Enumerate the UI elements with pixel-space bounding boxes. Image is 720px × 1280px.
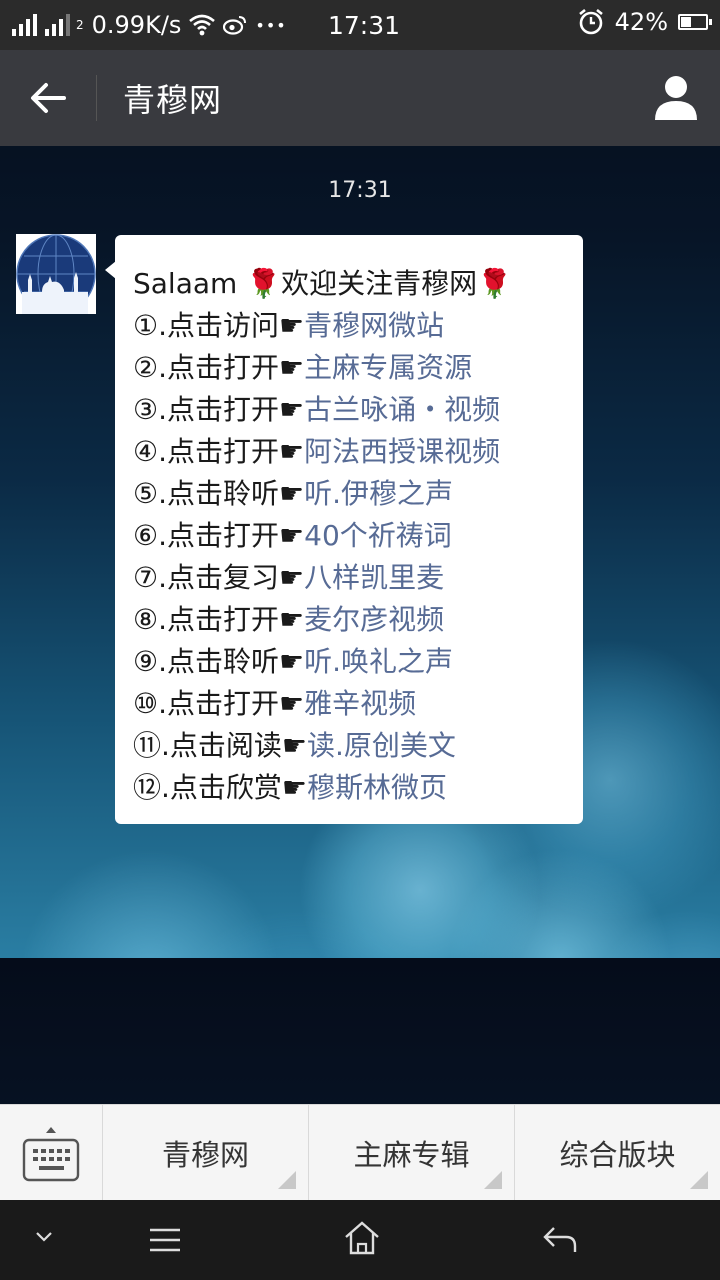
item-link[interactable]: 麦尔彦视频 bbox=[304, 603, 444, 636]
nav-back-icon[interactable] bbox=[542, 1224, 578, 1256]
signal-sim2-icon bbox=[45, 14, 70, 36]
item-link[interactable]: 雅辛视频 bbox=[304, 687, 416, 720]
pointing-hand-icon: ☛ bbox=[279, 435, 305, 468]
rose-icon: 🌹 bbox=[246, 267, 282, 300]
back-button[interactable] bbox=[0, 50, 96, 146]
pointing-hand-icon: ☛ bbox=[279, 687, 305, 720]
pointing-hand-icon: ☛ bbox=[279, 645, 305, 678]
status-time: 17:31 bbox=[328, 11, 401, 40]
menu-list-item: ③.点击打开☛古兰咏诵・视频 bbox=[133, 389, 583, 431]
pointing-hand-icon: ☛ bbox=[281, 771, 308, 804]
item-prefix: ⑧.点击打开 bbox=[133, 603, 280, 636]
pointing-hand-icon: ☛ bbox=[279, 393, 305, 426]
menu-list-item: ⑦.点击复习☛八样凯里麦 bbox=[133, 557, 583, 599]
menu-list-item: ⑤.点击聆听☛听.伊穆之声 bbox=[133, 473, 583, 515]
welcome-text: 欢迎关注青穆网 bbox=[281, 267, 478, 300]
mosque-globe-icon bbox=[16, 234, 96, 314]
menu-list: ①.点击访问☛青穆网微站 ②.点击打开☛主麻专属资源 ③.点击打开☛古兰咏诵・视频 ④… bbox=[133, 305, 583, 809]
item-prefix: ②.点击打开 bbox=[133, 351, 280, 384]
pointing-hand-icon: ☛ bbox=[279, 519, 305, 552]
item-prefix: ③.点击打开 bbox=[133, 393, 280, 426]
rose-icon: 🌹 bbox=[477, 267, 512, 300]
title-divider bbox=[96, 75, 97, 121]
item-prefix: ⑤.点击聆听 bbox=[133, 477, 280, 510]
menu-item-label: 青穆网 bbox=[161, 1138, 249, 1172]
submenu-indicator-icon bbox=[484, 1171, 502, 1189]
keyboard-icon bbox=[22, 1127, 80, 1182]
item-link[interactable]: 青穆网微站 bbox=[304, 309, 444, 342]
pointing-hand-icon: ☛ bbox=[281, 729, 308, 762]
profile-icon[interactable] bbox=[650, 72, 702, 124]
greeting-line: Salaam 🌹欢迎关注青穆网🌹 bbox=[133, 263, 583, 305]
menu-item-label: 主麻专辑 bbox=[353, 1138, 470, 1172]
message-timestamp: 17:31 bbox=[328, 178, 392, 203]
nav-home-icon[interactable] bbox=[343, 1220, 381, 1256]
item-prefix: ⑪.点击阅读 bbox=[133, 729, 282, 762]
sim2-label: 2 bbox=[76, 18, 84, 32]
message-bubble: Salaam 🌹欢迎关注青穆网🌹 ①.点击访问☛青穆网微站 ②.点击打开☛主麻专属… bbox=[105, 235, 583, 824]
keyboard-toggle-button[interactable] bbox=[0, 1105, 103, 1201]
item-link[interactable]: 读.原创美文 bbox=[307, 729, 456, 762]
item-prefix: ⑥.点击打开 bbox=[133, 519, 280, 552]
item-link[interactable]: 主麻专属资源 bbox=[304, 351, 472, 384]
menu-item-qingmuwang[interactable]: 青穆网 bbox=[103, 1105, 309, 1201]
nav-down-icon[interactable] bbox=[34, 1230, 54, 1244]
pointing-hand-icon: ☛ bbox=[279, 603, 305, 636]
item-link[interactable]: 古兰咏诵・视频 bbox=[304, 393, 500, 426]
menu-list-item: ①.点击访问☛青穆网微站 bbox=[133, 305, 583, 347]
battery-level bbox=[681, 17, 691, 27]
chat-area: 17:31 Salaam 🌹欢迎关注青穆网🌹 ①.点击访问☛青穆网微站 ②.点击打… bbox=[0, 146, 720, 1104]
item-prefix: ⑫.点击欣赏 bbox=[133, 771, 282, 804]
submenu-indicator-icon bbox=[278, 1171, 296, 1189]
title-bar: 青穆网 bbox=[0, 50, 720, 146]
battery-percent: 42% bbox=[614, 8, 668, 36]
net-speed: 0.99K/s bbox=[91, 11, 182, 39]
submenu-indicator-icon bbox=[690, 1171, 708, 1189]
item-prefix: ⑦.点击复习 bbox=[133, 561, 280, 594]
pointing-hand-icon: ☛ bbox=[279, 309, 305, 342]
item-prefix: ④.点击打开 bbox=[133, 435, 280, 468]
status-bar: 2 0.99K/s ••• 17:31 42% bbox=[0, 0, 720, 50]
weibo-icon bbox=[223, 16, 247, 35]
item-link[interactable]: 穆斯林微页 bbox=[307, 771, 447, 804]
alarm-icon bbox=[578, 8, 603, 35]
battery-icon bbox=[678, 14, 712, 30]
item-prefix: ①.点击访问 bbox=[133, 309, 280, 342]
greeting-text: Salaam bbox=[133, 267, 247, 300]
item-link[interactable]: 40个祈祷词 bbox=[304, 519, 452, 552]
item-prefix: ⑩.点击打开 bbox=[133, 687, 280, 720]
bottom-menu: 青穆网 主麻专辑 综合版块 bbox=[0, 1104, 720, 1201]
menu-list-item: ⑩.点击打开☛雅辛视频 bbox=[133, 683, 583, 725]
pointing-hand-icon: ☛ bbox=[279, 351, 305, 384]
page-title: 青穆网 bbox=[123, 81, 223, 119]
wifi-icon bbox=[189, 14, 216, 36]
status-right: 42% bbox=[577, 8, 712, 36]
menu-list-item: ②.点击打开☛主麻专属资源 bbox=[133, 347, 583, 389]
menu-list-item: ⑨.点击聆听☛听.唤礼之声 bbox=[133, 641, 583, 683]
item-link[interactable]: 阿法西授课视频 bbox=[304, 435, 500, 468]
avatar[interactable] bbox=[16, 234, 96, 314]
pointing-hand-icon: ☛ bbox=[279, 477, 305, 510]
nav-menu-icon[interactable] bbox=[148, 1226, 182, 1254]
back-arrow-icon bbox=[31, 83, 66, 113]
menu-list-item: ⑫.点击欣赏☛穆斯林微页 bbox=[133, 767, 583, 809]
status-left: 2 0.99K/s ••• bbox=[12, 11, 287, 39]
item-link[interactable]: 八样凯里麦 bbox=[304, 561, 444, 594]
more-icon: ••• bbox=[255, 15, 287, 35]
item-link[interactable]: 听.唤礼之声 bbox=[304, 645, 453, 678]
menu-list-item: ⑥.点击打开☛40个祈祷词 bbox=[133, 515, 583, 557]
menu-item-label: 综合版块 bbox=[559, 1138, 676, 1172]
menu-item-zonghe[interactable]: 综合版块 bbox=[515, 1105, 720, 1201]
signal-icon bbox=[12, 14, 37, 36]
menu-list-item: ⑧.点击打开☛麦尔彦视频 bbox=[133, 599, 583, 641]
item-link[interactable]: 听.伊穆之声 bbox=[304, 477, 453, 510]
menu-list-item: ⑪.点击阅读☛读.原创美文 bbox=[133, 725, 583, 767]
menu-list-item: ④.点击打开☛阿法西授课视频 bbox=[133, 431, 583, 473]
item-prefix: ⑨.点击聆听 bbox=[133, 645, 280, 678]
system-nav-bar bbox=[0, 1200, 720, 1280]
menu-item-zhuma[interactable]: 主麻专辑 bbox=[309, 1105, 515, 1201]
pointing-hand-icon: ☛ bbox=[279, 561, 305, 594]
